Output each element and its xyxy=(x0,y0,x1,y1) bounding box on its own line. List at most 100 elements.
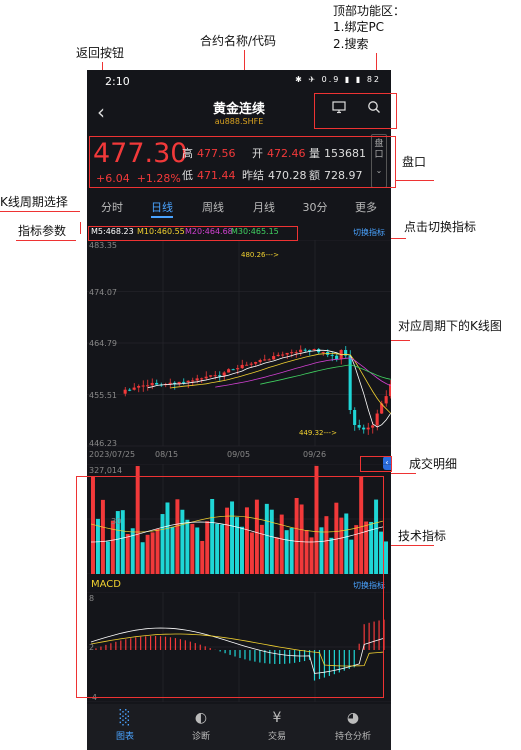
candle-body xyxy=(191,380,195,382)
candle-body xyxy=(371,425,375,428)
period-tabs: 分时 日线 周线 月线 30分 更多 xyxy=(87,194,391,220)
nav-diagnosis[interactable]: ◐ 诊断 xyxy=(163,710,239,742)
trade-icon: ¥ xyxy=(272,710,282,726)
annotation-switch-indicator: 点击切换指标 xyxy=(404,220,477,234)
ma30-line xyxy=(260,364,391,385)
y-axis-4: 455.51 xyxy=(89,391,117,400)
y-axis-3: 464.79 xyxy=(89,339,117,348)
candle-body xyxy=(155,382,159,385)
candle-body xyxy=(146,385,150,387)
bottom-nav: ░ 图表 ◐ 诊断 ¥ 交易 ◕ 持仓分析 xyxy=(87,704,391,750)
annotation-contract-name: 合约名称/代码 xyxy=(200,34,277,48)
status-bar: 2:10 ✱ ✈ 0.9 ▮ ▮ 82 xyxy=(87,70,391,92)
annotation-box-header-buttons xyxy=(314,93,397,129)
annotation-kline-chart: 对应周期下的K线图 xyxy=(398,319,502,333)
diagnosis-icon: ◐ xyxy=(194,710,208,726)
candle-body xyxy=(362,427,366,430)
candle-body xyxy=(357,425,361,428)
volume-bar xyxy=(384,541,388,574)
candle-body xyxy=(285,352,289,355)
candle-body xyxy=(249,363,253,365)
candle-body xyxy=(213,375,217,377)
high-marker: 480.26---> xyxy=(241,251,279,259)
candle-body xyxy=(200,378,204,380)
candle-body xyxy=(182,381,186,383)
nav-chart[interactable]: ░ 图表 xyxy=(87,710,163,742)
candle-body xyxy=(141,385,145,387)
kline-candles xyxy=(123,345,391,435)
nav-position[interactable]: ◕ 持仓分析 xyxy=(315,710,391,742)
candle-body xyxy=(222,372,226,376)
ma20-line xyxy=(215,357,391,388)
candle-body xyxy=(366,427,370,430)
annotation-line xyxy=(16,240,76,241)
candle-body xyxy=(303,349,307,351)
annotation-pankou: 盘口 xyxy=(402,155,427,169)
nav-trade[interactable]: ¥ 交易 xyxy=(239,710,315,742)
date-label: 08/15 xyxy=(155,450,179,459)
tab-monthly[interactable]: 月线 xyxy=(239,199,289,215)
tab-more[interactable]: 更多 xyxy=(341,199,391,215)
candle-body xyxy=(276,354,280,357)
nav-position-label: 持仓分析 xyxy=(334,732,371,742)
active-tab-underline xyxy=(151,216,173,218)
candle-body xyxy=(281,354,285,356)
candle-body xyxy=(263,359,267,361)
candle-body xyxy=(299,349,303,353)
annotation-line xyxy=(80,222,81,234)
tab-fenshi[interactable]: 分时 xyxy=(87,199,137,215)
candle-body xyxy=(375,413,379,426)
y-axis-bottom: 446.23 xyxy=(89,439,117,448)
candle-body xyxy=(204,376,208,379)
candle-body xyxy=(209,375,213,377)
candle-body xyxy=(227,369,231,373)
candle-body xyxy=(137,386,141,388)
nav-chart-label: 图表 xyxy=(115,732,134,742)
annotation-indicator-params: 指标参数 xyxy=(18,224,67,238)
status-icons: ✱ ✈ 0.9 ▮ ▮ 82 xyxy=(295,75,381,84)
candle-body xyxy=(186,380,190,383)
annotation-top-func-2: 2.搜索 xyxy=(333,37,369,51)
candle-body xyxy=(254,362,258,364)
candle-body xyxy=(245,364,249,366)
annotation-line xyxy=(0,211,80,212)
nav-diagnosis-label: 诊断 xyxy=(191,732,210,742)
nav-trade-label: 交易 xyxy=(267,732,286,742)
candle-body xyxy=(150,382,154,386)
annotation-back-button: 返回按钮 xyxy=(76,46,125,60)
candle-body xyxy=(290,352,294,354)
y-axis-top: 483.35 xyxy=(89,241,117,250)
switch-indicator-button[interactable]: 切换指标 xyxy=(353,227,385,238)
pie-icon: ◕ xyxy=(346,710,360,726)
kline-chart: 483.35 474.07 464.79 455.51 446.23 480.2… xyxy=(87,240,391,448)
candle-body xyxy=(267,359,271,361)
tab-weekly[interactable]: 周线 xyxy=(188,199,238,215)
candle-body xyxy=(308,349,312,351)
annotation-tech-indicator: 技术指标 xyxy=(398,529,447,543)
candle-body xyxy=(330,354,334,356)
annotation-trade-detail: 成交明细 xyxy=(409,457,458,471)
date-label: 2023/07/25 xyxy=(89,450,136,459)
candle-body xyxy=(384,396,388,404)
candle-body xyxy=(128,389,132,391)
tab-daily[interactable]: 日线 xyxy=(137,199,187,215)
low-marker: 449.32---> xyxy=(299,429,337,437)
candle-body xyxy=(195,378,199,381)
annotation-box-quote xyxy=(89,136,396,188)
annotation-period-select: K线周期选择 xyxy=(0,195,68,209)
candle-body xyxy=(294,352,298,354)
candle-body xyxy=(123,389,127,394)
candle-body xyxy=(312,349,316,351)
candle-body xyxy=(335,355,339,360)
kline-grid xyxy=(87,240,391,447)
chart-icon: ░ xyxy=(119,710,131,726)
annotation-box-trade-detail xyxy=(360,456,392,472)
candle-body xyxy=(348,355,352,410)
candle-body xyxy=(240,364,244,369)
candle-body xyxy=(218,375,222,377)
candle-body xyxy=(258,359,262,363)
candle-body xyxy=(236,368,240,370)
y-axis-2: 474.07 xyxy=(89,288,117,297)
annotation-top-func-1: 1.绑定PC xyxy=(333,20,385,34)
tab-30min[interactable]: 30分 xyxy=(290,199,340,215)
